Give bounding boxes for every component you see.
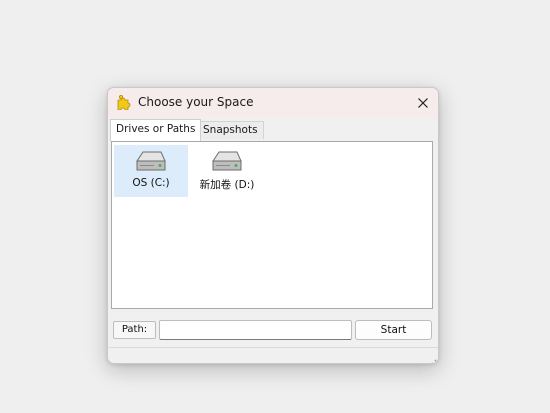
status-bar bbox=[108, 347, 438, 363]
path-label: Path: bbox=[113, 321, 156, 339]
path-bar: Path: Start bbox=[108, 315, 438, 345]
drive-list[interactable]: OS (C:) 新加卷 (D:) bbox=[111, 141, 433, 309]
choose-space-dialog: Choose your Space Drives or Paths Snapsh… bbox=[107, 87, 439, 364]
tab-snapshots[interactable]: Snapshots bbox=[197, 121, 264, 139]
close-icon bbox=[417, 94, 429, 113]
hard-drive-icon bbox=[190, 149, 264, 173]
drive-label: 新加卷 (D:) bbox=[199, 179, 255, 191]
tab-drives-or-paths[interactable]: Drives or Paths bbox=[110, 119, 202, 141]
drive-label: OS (C:) bbox=[132, 177, 170, 189]
hard-drive-icon bbox=[114, 149, 188, 173]
window-title: Choose your Space bbox=[138, 95, 254, 109]
path-input[interactable] bbox=[159, 320, 352, 340]
title-bar[interactable]: Choose your Space bbox=[108, 88, 438, 118]
resize-grip-icon[interactable] bbox=[427, 353, 437, 363]
drive-item-c[interactable]: OS (C:) bbox=[114, 145, 188, 197]
drive-item-d[interactable]: 新加卷 (D:) bbox=[190, 145, 264, 197]
close-button[interactable] bbox=[408, 88, 438, 118]
start-button[interactable]: Start bbox=[355, 320, 432, 340]
puzzle-icon bbox=[116, 94, 132, 111]
